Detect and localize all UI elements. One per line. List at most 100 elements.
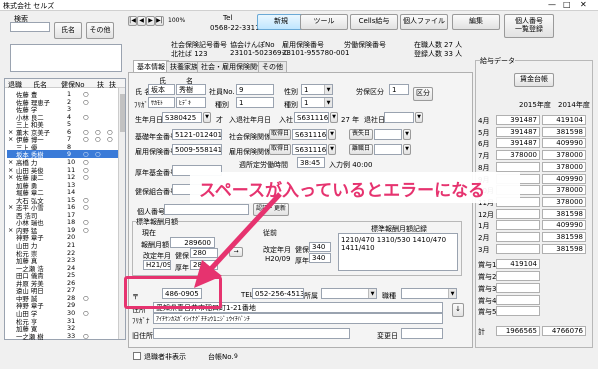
list-item[interactable]: 小林 瑞也 18 ○: [7, 218, 119, 227]
salary-2015-value[interactable]: 391487: [496, 115, 540, 125]
given-kana-field[interactable]: ﾋﾃﾞｷ: [176, 97, 206, 108]
list-item[interactable]: 加藤 寛 32: [7, 324, 119, 333]
minimize-icon[interactable]: —: [548, 0, 556, 9]
employ-get-picker-button[interactable]: ▼: [328, 144, 336, 155]
social-lost-date-field[interactable]: [374, 129, 402, 140]
list-item[interactable]: × 志平 小雪 16 ○: [7, 203, 119, 212]
list-item[interactable]: 堀藤 章二 14: [7, 188, 119, 197]
employ-lost-picker-button[interactable]: ▼: [403, 144, 411, 155]
retire-picker-button[interactable]: ▼: [415, 112, 423, 123]
prev-kosei-field[interactable]: 340: [309, 253, 331, 263]
list-item[interactable]: 佐藤 理恵子 2 ○: [7, 98, 119, 107]
belong-select[interactable]: ▼: [321, 288, 377, 299]
salary-2014-value[interactable]: 378000: [542, 196, 586, 207]
personal-file-button[interactable]: 個人ファイル: [400, 14, 448, 30]
list-item[interactable]: 佐藤 豊 1 ○: [7, 90, 119, 99]
list-item[interactable]: 山田 学 30 ○: [7, 309, 119, 318]
list-item[interactable]: 三上 優8: [7, 143, 119, 152]
old-address-field[interactable]: [153, 328, 350, 339]
list-item[interactable]: 佐藤 学3: [7, 105, 119, 114]
list-item[interactable]: × 佐藤 康二 12 ○: [7, 173, 119, 182]
revised-field[interactable]: H21/09: [143, 260, 171, 270]
post-select[interactable]: ▼: [401, 288, 457, 299]
list-item[interactable]: 西 浩司 17: [7, 211, 119, 220]
list-item[interactable]: 大石 弘文 15 ○: [7, 196, 119, 205]
search-memo-box[interactable]: [10, 44, 122, 72]
salary-2014-value[interactable]: 409990: [542, 173, 586, 184]
salary-2015-value[interactable]: 391487: [496, 126, 540, 137]
salary-2014-value[interactable]: 409990: [542, 138, 586, 149]
edit-button[interactable]: 編集: [452, 14, 500, 30]
tab-other[interactable]: その他: [258, 61, 287, 72]
address-kana-field[interactable]: ｱｲﾁｹﾝｶｽｶﾞｲｼｲﾅｸﾞﾁﾁｮｳ1ﾆｼﾞｭｳｲﾁﾊﾞﾝﾁ: [153, 313, 443, 324]
list-item[interactable]: 一之瀬 樹 33 ○: [7, 332, 119, 341]
personal-number-list-button[interactable]: 個人番号 一覧登録: [504, 14, 554, 38]
salary-2015-value[interactable]: 1966565: [496, 325, 540, 336]
employ-lost-date-field[interactable]: [374, 144, 402, 155]
list-item[interactable]: 神野 章子 29: [7, 301, 119, 310]
list-item[interactable]: 加藤 勇 13: [7, 181, 119, 190]
salary-2015-value[interactable]: 419104: [496, 259, 540, 270]
retire-date-field[interactable]: [384, 112, 414, 123]
list-item[interactable]: 三上 和美 5: [7, 120, 119, 129]
salary-2014-value[interactable]: 4766076: [542, 325, 586, 336]
search-name-button[interactable]: 氏名: [54, 22, 82, 39]
tab-basic[interactable]: 基本情報: [133, 60, 169, 72]
salary-2014-value[interactable]: 381598: [542, 243, 586, 254]
list-item[interactable]: × 伊藤 博一 7 ○ ○ ○: [7, 135, 119, 144]
list-item[interactable]: × 山田 英俊 11 ○: [7, 166, 119, 175]
list-item[interactable]: 遠山 明日 27: [7, 286, 119, 295]
birth-field[interactable]: S380425: [162, 112, 202, 123]
show-retired-checkbox[interactable]: [133, 352, 141, 360]
sex-select[interactable]: 1 ▼: [301, 84, 333, 95]
birth-picker-button[interactable]: ▼: [203, 112, 211, 123]
salary-2015-value[interactable]: [496, 220, 540, 231]
work-hours-field[interactable]: 38:45: [297, 157, 325, 168]
salary-2014-value[interactable]: 378000: [542, 150, 586, 161]
address-down-button[interactable]: ↓: [452, 303, 464, 317]
list-item[interactable]: × 高橋 力 10 ○: [7, 158, 119, 167]
cells-salary-button[interactable]: Cells給与: [350, 14, 398, 30]
family-kana-field[interactable]: ｻｶﾓﾄ: [148, 97, 175, 108]
last-record-button[interactable]: ▶|: [155, 16, 164, 26]
search-input[interactable]: [10, 22, 50, 32]
maximize-icon[interactable]: □: [563, 0, 571, 9]
family-name-field[interactable]: 坂本: [148, 84, 175, 95]
salary-2014-value[interactable]: 409990: [542, 220, 586, 231]
salary-2015-value[interactable]: [496, 243, 540, 254]
list-item[interactable]: 中野 誠 28 ○: [7, 294, 119, 303]
join-picker-button[interactable]: ▼: [330, 112, 338, 123]
search-other-button[interactable]: その他: [86, 22, 114, 39]
salary-2015-value[interactable]: [496, 306, 540, 317]
given-name-field[interactable]: 秀樹: [176, 84, 206, 95]
employ-get-button[interactable]: 取得日: [269, 144, 291, 155]
salary-2014-value[interactable]: 378000: [542, 161, 586, 172]
salary-2015-value[interactable]: [496, 294, 540, 305]
list-item[interactable]: × 内野 猛 19 ○: [7, 226, 119, 235]
salary-2015-value[interactable]: [496, 208, 540, 219]
salary-2015-value[interactable]: [496, 232, 540, 242]
prev-kenpo-field[interactable]: 340: [309, 242, 331, 252]
list-item[interactable]: 田口 儀貴 25: [7, 271, 119, 280]
social-lost-picker-button[interactable]: ▼: [403, 129, 411, 140]
salary-2014-value[interactable]: 381598: [542, 126, 586, 137]
record-field[interactable]: 1210/470 1310/530 1410/470 1411/410: [338, 233, 458, 271]
list-item[interactable]: 山田 力 21: [7, 241, 119, 250]
kind-field[interactable]: 1: [236, 97, 274, 108]
social-get-picker-button[interactable]: ▼: [328, 129, 336, 140]
social-get-date-field[interactable]: S631116: [292, 129, 327, 140]
list-item[interactable]: 加藤 真 23: [7, 256, 119, 265]
salary-2014-value[interactable]: 381598: [542, 208, 586, 219]
salary-2014-value[interactable]: 419104: [542, 115, 586, 125]
list-item[interactable]: 一之瀬 浩 24: [7, 264, 119, 273]
labor-kubun-field[interactable]: 1: [389, 84, 409, 95]
list-item[interactable]: 小林 良二 4 ○: [7, 113, 119, 122]
salary-2015-value[interactable]: 391487: [496, 138, 540, 149]
salary-2014-value[interactable]: 378000: [542, 185, 586, 196]
salary-2015-value[interactable]: [496, 271, 540, 282]
list-item[interactable]: 坂本 秀樹 9 ○ ○: [7, 150, 119, 159]
list-item[interactable]: 神野 章子 20: [7, 233, 119, 242]
kubun-button[interactable]: 区分: [413, 87, 433, 101]
salary-2015-value[interactable]: [496, 161, 540, 172]
list-item[interactable]: × 薫木 京美子 6 ○ ○ ○: [7, 128, 119, 137]
